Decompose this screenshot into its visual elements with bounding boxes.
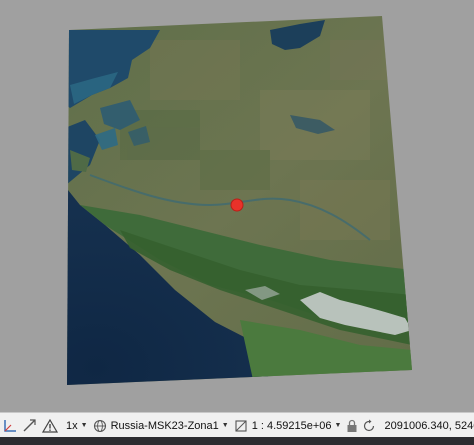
- map-canvas[interactable]: [0, 0, 474, 412]
- lock-icon[interactable]: [344, 415, 360, 436]
- location-marker[interactable]: [230, 198, 244, 212]
- measure-icon[interactable]: [20, 415, 40, 436]
- axes-icon[interactable]: [0, 415, 20, 436]
- scale-selector[interactable]: 1 : 4.59215e+06: [250, 420, 334, 432]
- taskbar-strip: [0, 437, 474, 445]
- chevron-down-icon[interactable]: ▼: [334, 422, 345, 429]
- globe-icon[interactable]: [91, 415, 109, 436]
- satellite-map[interactable]: [0, 0, 474, 412]
- chevron-down-icon[interactable]: ▼: [80, 422, 91, 429]
- coordinate-readout: 2091006.340, 524667.165, 0.0: [384, 419, 474, 432]
- chevron-down-icon[interactable]: ▼: [221, 422, 232, 429]
- scale-factor[interactable]: 1x: [64, 420, 80, 432]
- warning-icon[interactable]: [40, 415, 60, 436]
- status-bar: 1x ▼ Russia-MSK23-Zona1 ▼ 1 : 4.59215e+0…: [0, 412, 474, 438]
- rotation-icon[interactable]: [360, 415, 378, 436]
- crs-selector[interactable]: Russia-MSK23-Zona1: [109, 420, 221, 432]
- scale-icon[interactable]: [232, 415, 250, 436]
